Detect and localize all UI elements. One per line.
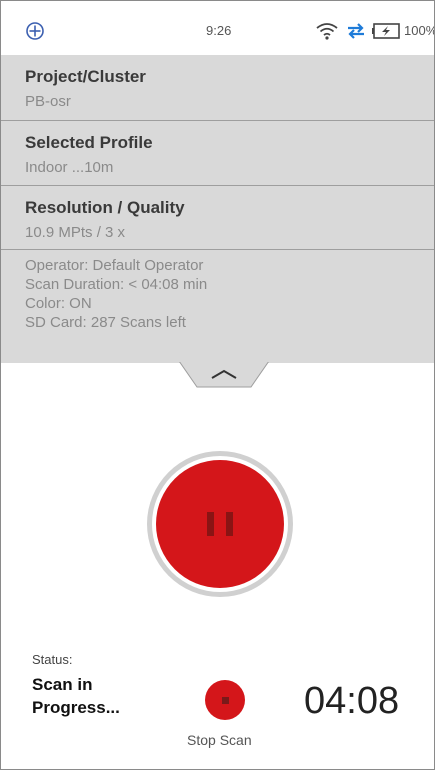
pause-button-fill [156, 460, 284, 588]
scan-timer: 04:08 [304, 680, 400, 722]
resolution-row[interactable]: Resolution / Quality 10.9 MPts / 3 x [1, 186, 434, 250]
wifi-icon [316, 23, 338, 40]
profile-value: Indoor ...10m [25, 159, 114, 176]
scan-info: Operator: Default Operator Scan Duration… [25, 256, 207, 332]
status-text: Scan in Progress... [32, 675, 120, 717]
clock: 9:26 [206, 23, 232, 38]
collapse-panel-tab[interactable] [179, 361, 269, 389]
profile-row[interactable]: Selected Profile Indoor ...10m [1, 121, 434, 186]
scan-screen: 9:26 100% Project/Cluster PB-osr Selecte… [0, 0, 435, 770]
sync-arrows-icon [348, 23, 364, 39]
resolution-title: Resolution / Quality [25, 198, 185, 217]
project-value: PB-osr [25, 93, 71, 110]
stop-scan-button[interactable] [205, 680, 245, 720]
scan-status: Status: Scan in Progress... [32, 652, 152, 719]
status-label: Status: [32, 652, 73, 667]
pause-scan-button[interactable] [147, 451, 293, 597]
profile-title: Selected Profile [25, 133, 153, 152]
status-bar: 9:26 100% [1, 1, 434, 55]
app-logo-icon [26, 22, 44, 40]
operator-info: Operator: Default Operator [25, 257, 204, 274]
stop-icon [221, 696, 229, 704]
resolution-value: 10.9 MPts / 3 x [25, 224, 126, 241]
scan-settings-panel: Project/Cluster PB-osr Selected Profile … [1, 55, 434, 363]
project-row[interactable]: Project/Cluster PB-osr [1, 55, 434, 121]
battery-level: 100% [404, 23, 435, 38]
battery-charging-icon [372, 23, 400, 39]
project-title: Project/Cluster [25, 67, 146, 86]
sd-card-info: SD Card: 287 Scans left [25, 314, 186, 331]
pause-icon [207, 512, 233, 536]
pause-button-ring [152, 456, 288, 592]
duration-info: Scan Duration: < 04:08 min [25, 276, 208, 293]
stop-scan-label: Stop Scan [187, 732, 252, 748]
color-info: Color: ON [25, 295, 92, 312]
